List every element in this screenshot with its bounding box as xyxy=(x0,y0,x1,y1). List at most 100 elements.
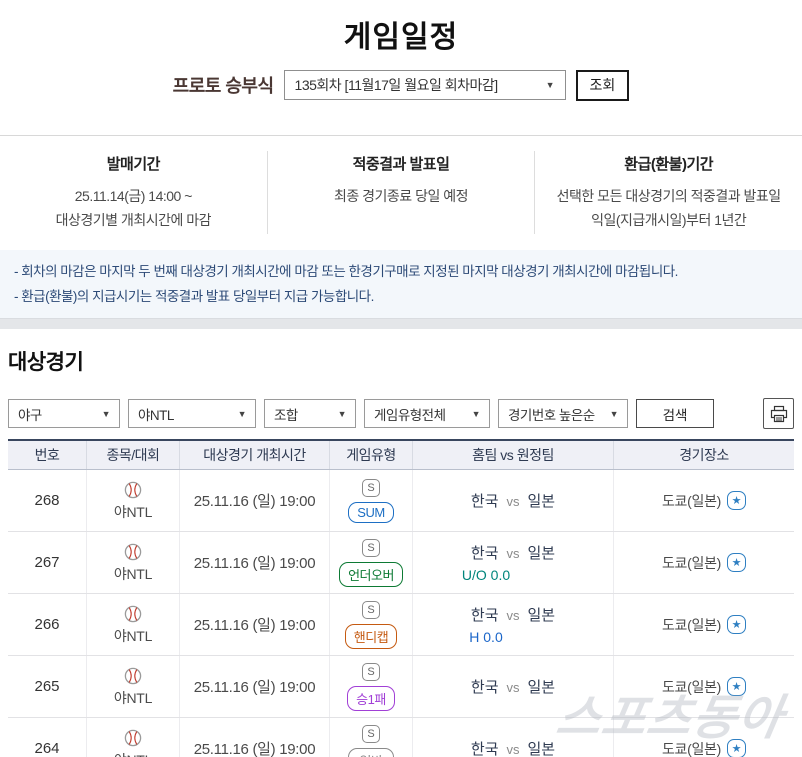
venue-label: 도쿄(일본) xyxy=(661,492,722,509)
game-number: 268 xyxy=(34,492,60,509)
league-select-value: 야NTL xyxy=(138,407,174,423)
sport-select[interactable]: 야구 ▼ xyxy=(8,399,120,428)
league-cell: 야NTL xyxy=(86,532,179,593)
game-type-cell: S SUM xyxy=(329,470,412,531)
single-game-icon: S xyxy=(362,478,380,497)
baseball-icon xyxy=(124,481,142,498)
col-header-teams: 홈팀 vs 원정팀 xyxy=(412,441,613,469)
sale-period-line2: 대상경기별 개최시간에 마감 xyxy=(55,212,212,228)
game-type-badge: SUM xyxy=(348,501,394,523)
away-team: 일본 xyxy=(527,607,556,624)
home-team: 한국 xyxy=(470,545,499,562)
result-date-column: 적중결과 발표일 최종 경기종료 당일 예정 xyxy=(266,151,535,234)
notice-box: - 회차의 마감은 마지막 두 번째 대상경기 개최시간에 마감 또는 한경기구… xyxy=(0,250,802,318)
game-time: 25.11.16 (일) 19:00 xyxy=(179,594,329,655)
page-title: 게임일정 xyxy=(343,21,459,54)
teams-cell: 한국 vs 일본 U/O 0.0 xyxy=(412,532,613,593)
result-date-title: 적중결과 발표일 xyxy=(352,156,450,173)
league-select[interactable]: 야NTL ▼ xyxy=(128,399,256,428)
match-teams: 한국 vs 일본 xyxy=(471,676,555,697)
refund-period-title: 환급(환불)기간 xyxy=(624,156,714,173)
league-cell: 야NTL xyxy=(86,656,179,717)
away-team: 일본 xyxy=(527,493,556,510)
venue-label: 도쿄(일본) xyxy=(661,678,722,695)
game-type-badge: 일반 xyxy=(348,747,394,757)
sale-info-panel: 발매기간 25.11.14(금) 14:00 ~ 대상경기별 개최시간에 마감 … xyxy=(0,135,802,250)
star-icon[interactable]: ★ xyxy=(727,677,747,696)
round-select[interactable]: 135회차 [11월17일 월요일 회차마감] ▼ xyxy=(283,70,566,100)
sort-select[interactable]: 경기번호 높은순 ▼ xyxy=(498,399,628,428)
notice-line: - 회차의 마감은 마지막 두 번째 대상경기 개최시간에 마감 또는 한경기구… xyxy=(14,264,678,279)
star-icon[interactable]: ★ xyxy=(727,739,747,757)
game-type-badge: 핸디캡 xyxy=(344,623,398,649)
venue-cell: 도쿄(일본) ★ xyxy=(613,532,794,593)
round-selector-row: 프로토 승부식 135회차 [11월17일 월요일 회차마감] ▼ 조회 xyxy=(0,69,802,101)
league-label: 야NTL xyxy=(113,627,153,644)
game-type-cell: S 핸디캡 xyxy=(329,594,412,655)
game-type-badge: 승1패 xyxy=(347,685,395,711)
col-header-type: 게임유형 xyxy=(329,441,412,469)
chevron-down-icon: ▼ xyxy=(471,408,481,419)
game-number: 267 xyxy=(34,554,60,571)
sport-select-value: 야구 xyxy=(18,407,42,423)
game-time: 25.11.16 (일) 19:00 xyxy=(179,656,329,717)
game-type-select[interactable]: 게임유형전체 ▼ xyxy=(364,399,490,428)
league-cell: 야NTL xyxy=(86,718,179,757)
home-team: 한국 xyxy=(470,607,499,624)
game-type-cell: S 일반 xyxy=(329,718,412,757)
away-team: 일본 xyxy=(527,679,556,696)
printer-icon xyxy=(770,405,787,422)
home-team: 한국 xyxy=(470,741,499,757)
games-table-body: 268 야NTL 25.11.16 (일) 19:00 S SUM 한국 vs 일본… xyxy=(8,470,794,757)
combination-select[interactable]: 조합 ▼ xyxy=(264,399,356,428)
page-header: 게임일정 프로토 승부식 135회차 [11월17일 월요일 회차마감] ▼ 조… xyxy=(0,0,802,250)
game-time: 25.11.16 (일) 19:00 xyxy=(179,470,329,531)
match-teams: 한국 vs 일본 xyxy=(471,490,555,511)
league-label: 야NTL xyxy=(113,689,153,706)
chevron-down-icon: ▼ xyxy=(545,80,555,90)
baseball-icon xyxy=(124,729,142,746)
table-row: 267 야NTL 25.11.16 (일) 19:00 S 언더오버 한국 vs 일… xyxy=(8,532,794,594)
games-table-header: 번호 종목/대회 대상경기 개최시간 게임유형 홈팀 vs 원정팀 경기장소 xyxy=(8,439,794,470)
game-type-select-value: 게임유형전체 xyxy=(374,407,446,423)
teams-cell: 한국 vs 일본 H 0.0 xyxy=(412,594,613,655)
chevron-down-icon: ▼ xyxy=(609,408,619,419)
search-button[interactable]: 검색 xyxy=(636,399,714,428)
section-divider xyxy=(0,318,802,329)
game-type-cell: S 승1패 xyxy=(329,656,412,717)
filter-toolbar: 야구 ▼ 야NTL ▼ 조합 ▼ 게임유형전체 ▼ 경기번호 높은순 ▼ 검색 xyxy=(8,398,794,429)
handicap-value: H 0.0 xyxy=(469,629,503,645)
game-number: 266 xyxy=(34,616,60,633)
star-icon[interactable]: ★ xyxy=(727,553,747,572)
refund-period-line2: 익일(지급개시일)부터 1년간 xyxy=(591,212,747,228)
teams-cell: 한국 vs 일본 xyxy=(412,718,613,757)
star-icon[interactable]: ★ xyxy=(727,615,747,634)
refund-period-column: 환급(환불)기간 선택한 모든 대상경기의 적중결과 발표일 익일(지급개시일)… xyxy=(534,151,802,234)
col-header-time: 대상경기 개최시간 xyxy=(179,441,329,469)
star-icon[interactable]: ★ xyxy=(727,491,747,510)
sale-period-line1: 25.11.14(금) 14:00 ~ xyxy=(74,188,193,204)
vs-label: vs xyxy=(506,680,520,695)
baseball-icon xyxy=(124,667,142,684)
print-button[interactable] xyxy=(763,398,794,429)
handicap-value: U/O 0.0 xyxy=(461,567,511,583)
inquiry-button[interactable]: 조회 xyxy=(575,69,630,101)
chevron-down-icon: ▼ xyxy=(101,408,111,419)
single-game-icon: S xyxy=(362,662,380,681)
league-label: 야NTL xyxy=(113,503,153,520)
teams-cell: 한국 vs 일본 xyxy=(412,470,613,531)
league-cell: 야NTL xyxy=(86,594,179,655)
home-team: 한국 xyxy=(470,493,499,510)
away-team: 일본 xyxy=(527,545,556,562)
vs-label: vs xyxy=(506,742,520,757)
col-header-number: 번호 xyxy=(34,447,60,463)
away-team: 일본 xyxy=(527,741,556,757)
target-games-section: 대상경기 야구 ▼ 야NTL ▼ 조합 ▼ 게임유형전체 ▼ 경기번호 높은순 … xyxy=(0,346,802,757)
venue-cell: 도쿄(일본) ★ xyxy=(613,656,794,717)
section-title: 대상경기 xyxy=(8,351,84,374)
single-game-icon: S xyxy=(362,600,380,619)
game-type-badge: 언더오버 xyxy=(339,561,403,587)
table-row: 268 야NTL 25.11.16 (일) 19:00 S SUM 한국 vs 일본… xyxy=(8,470,794,532)
single-game-icon: S xyxy=(362,538,380,557)
match-teams: 한국 vs 일본 xyxy=(471,542,555,563)
